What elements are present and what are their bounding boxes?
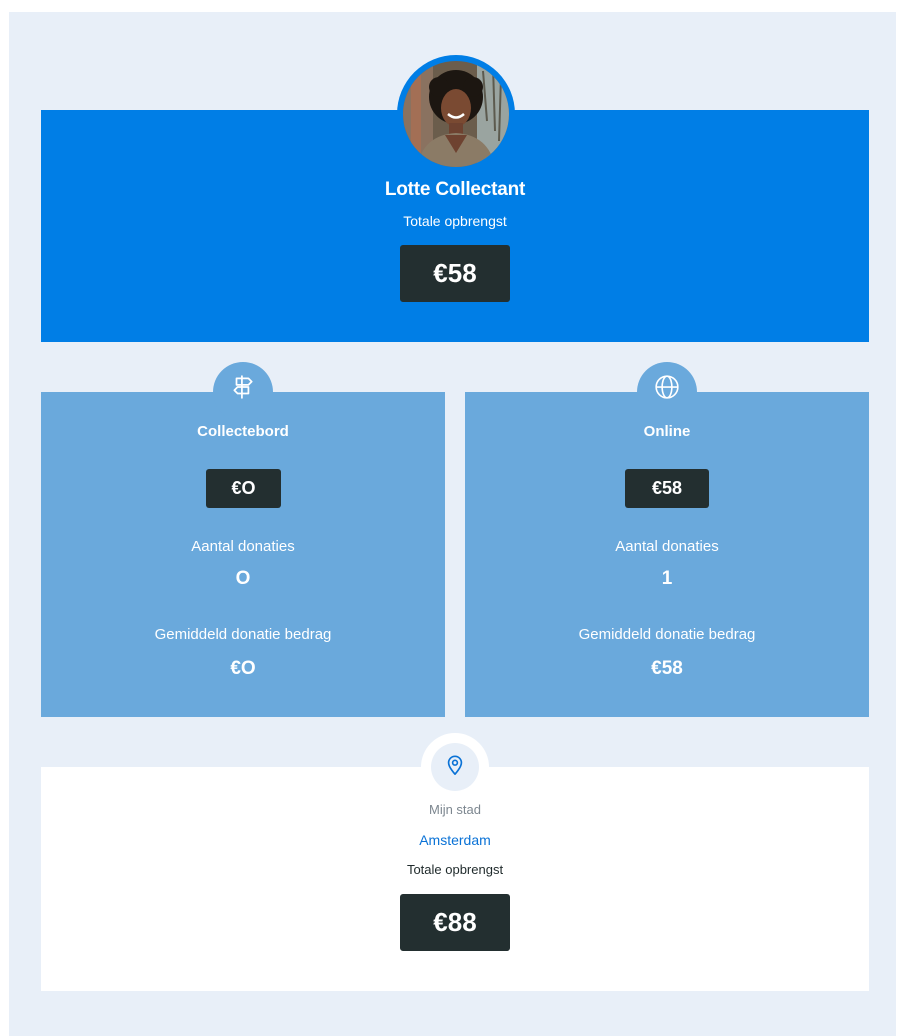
donations-count-value: O (235, 568, 251, 589)
profile-total-label: Totale opbrengst (403, 213, 507, 229)
card-title: Online (643, 423, 691, 440)
city-total-label: Totale opbrengst (406, 862, 504, 877)
donations-count-label: Aantal donaties (615, 538, 719, 555)
donations-count-value: 1 (661, 568, 673, 589)
profile-name: Lotte Collectant (384, 179, 526, 200)
signpost-icon (230, 362, 256, 405)
average-donation-value: €O (230, 658, 256, 679)
collectebord-amount: €O (206, 469, 281, 508)
online-icon-bubble (637, 362, 697, 422)
city-total-amount: €88 (400, 894, 510, 951)
average-donation-value: €58 (651, 658, 683, 679)
average-donation-label: Gemiddeld donatie bedrag (578, 626, 756, 643)
city-icon-bubble (431, 743, 479, 791)
donations-count-label: Aantal donaties (191, 538, 295, 555)
avatar (403, 61, 509, 167)
city-name-link[interactable]: Amsterdam (41, 832, 869, 848)
online-amount: €58 (625, 469, 709, 508)
online-card: Online €58 Aantal donaties 1 Gemiddeld d… (465, 392, 869, 717)
profile-total-amount: €58 (400, 245, 510, 302)
city-label: Mijn stad (428, 802, 482, 817)
card-title: Collectebord (197, 423, 289, 440)
location-pin-icon (444, 754, 466, 781)
globe-icon (654, 362, 680, 405)
collectebord-card: Collectebord €O Aantal donaties O Gemidd… (41, 392, 445, 717)
collectebord-icon-bubble (213, 362, 273, 422)
average-donation-label: Gemiddeld donatie bedrag (154, 626, 332, 643)
